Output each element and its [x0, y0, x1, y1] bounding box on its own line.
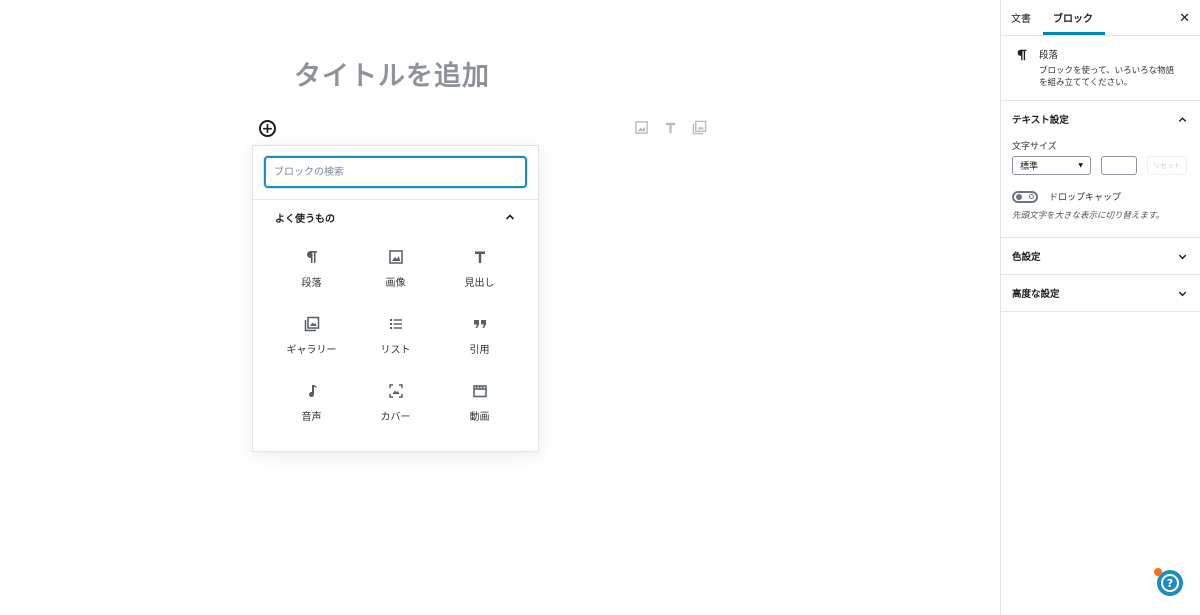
block-card-description-line: を組み立ててください。 [1039, 78, 1133, 89]
color-settings-panel: 色設定 [1001, 238, 1200, 275]
block-label: 段落 [301, 278, 322, 289]
block-label: リスト [380, 345, 411, 356]
close-icon[interactable]: ✕ [1179, 11, 1190, 26]
block-label: カバー [380, 412, 411, 423]
tab-block[interactable]: ブロック [1043, 0, 1105, 35]
block-paragraph[interactable]: 段落 [270, 240, 354, 299]
block-list[interactable]: リスト [354, 307, 438, 366]
drop-cap-help: 先頭文字を大きな表示に切り替えます。 [1012, 211, 1165, 221]
add-block-button[interactable]: + [259, 120, 276, 137]
text-settings-panel: テキスト設定 文字サイズ 標準 ▼ リセット ドロップキャップ 先頭文字を大きな [1001, 101, 1200, 238]
text-settings-title: テキスト設定 [1012, 115, 1069, 126]
color-settings-header[interactable]: 色設定 [1001, 238, 1200, 274]
block-label: ギャラリー [286, 345, 337, 356]
block-cover[interactable]: カバー [354, 374, 438, 433]
block-label: 見出し [464, 278, 495, 289]
drop-cap-row: ドロップキャップ [1012, 190, 1189, 203]
block-quote[interactable]: 引用 [438, 307, 522, 366]
font-size-select[interactable]: 標準 ▼ [1012, 156, 1091, 175]
sidebar-tabs: 文書 ブロック ✕ [1001, 0, 1200, 36]
drop-cap-label: ドロップキャップ [1049, 193, 1122, 203]
block-inserter-popover: よく使うもの 段落 画像 見出し ギャラリー [252, 145, 539, 452]
quick-inserter [634, 120, 707, 135]
image-icon[interactable] [634, 120, 649, 135]
heading-icon[interactable] [663, 120, 678, 135]
block-search-input[interactable] [264, 156, 527, 188]
toggle-knob [1016, 193, 1022, 200]
block-image[interactable]: 画像 [354, 240, 438, 299]
frequent-panel-header[interactable]: よく使うもの [253, 200, 538, 234]
font-size-label: 文字サイズ [1012, 142, 1057, 152]
gallery-icon [303, 315, 321, 333]
drop-cap-toggle[interactable] [1012, 190, 1038, 203]
plus-icon: + [261, 120, 274, 137]
gallery-icon[interactable] [692, 120, 707, 135]
block-audio[interactable]: 音声 [270, 374, 354, 433]
paragraph-icon [303, 248, 321, 266]
block-grid: 段落 画像 見出し ギャラリー リスト 引用 音声 カバー 動画 [253, 240, 538, 433]
block-gallery[interactable]: ギャラリー [270, 307, 354, 366]
chevron-down-icon [1177, 251, 1188, 262]
post-title-placeholder[interactable]: タイトルを追加 [294, 54, 490, 93]
text-settings-header[interactable]: テキスト設定 [1001, 101, 1200, 137]
tab-document[interactable]: 文書 [1001, 0, 1041, 35]
paragraph-icon [1015, 47, 1039, 88]
notification-dot [1154, 568, 1162, 576]
block-label: 画像 [385, 278, 406, 289]
list-icon [387, 315, 405, 333]
block-card-title: 段落 [1039, 50, 1059, 61]
block-card: 段落 ブロックを使って、いろいろな物語 を組み立ててください。 [1001, 36, 1200, 101]
dropdown-arrow-icon: ▼ [1078, 162, 1083, 169]
frequent-panel-title: よく使うもの [275, 213, 335, 225]
block-video[interactable]: 動画 [438, 374, 522, 433]
quote-icon [471, 315, 489, 333]
heading-icon [471, 248, 489, 266]
video-icon [471, 382, 489, 400]
chevron-up-icon [1177, 114, 1188, 125]
help-icon: ? [1161, 574, 1179, 592]
reset-button[interactable]: リセット [1147, 156, 1187, 175]
toggle-off-indicator [1029, 193, 1034, 199]
editor-canvas: タイトルを追加 + よく使うもの 段落 [0, 0, 1000, 615]
block-label: 引用 [469, 345, 490, 356]
color-settings-title: 色設定 [1012, 252, 1041, 263]
advanced-settings-title: 高度な設定 [1012, 289, 1060, 300]
image-icon [387, 248, 405, 266]
chevron-down-icon [1177, 288, 1188, 299]
block-card-description: ブロックを使って、いろいろな物語 を組み立ててください。 [1039, 65, 1174, 90]
font-size-row: 標準 ▼ リセット [1012, 156, 1189, 175]
text-settings-body: 文字サイズ 標準 ▼ リセット ドロップキャップ 先頭文字を大きな表示に切り替え… [1001, 137, 1200, 237]
advanced-settings-header[interactable]: 高度な設定 [1001, 275, 1200, 311]
block-heading[interactable]: 見出し [438, 240, 522, 299]
help-button[interactable]: ? [1154, 568, 1183, 596]
cover-icon [387, 382, 405, 400]
search-wrapper [253, 146, 538, 200]
chevron-up-icon [504, 211, 516, 223]
font-size-value: 標準 [1020, 162, 1039, 172]
block-label: 音声 [301, 412, 322, 423]
audio-icon [303, 382, 321, 400]
block-label: 動画 [469, 412, 490, 423]
advanced-settings-panel: 高度な設定 [1001, 275, 1200, 312]
block-card-description-line: ブロックを使って、いろいろな物語 [1039, 66, 1175, 76]
settings-sidebar: 文書 ブロック ✕ 段落 ブロックを使って、いろいろな物語 を組み立ててください… [1000, 0, 1200, 615]
custom-font-size-input[interactable] [1101, 156, 1137, 175]
